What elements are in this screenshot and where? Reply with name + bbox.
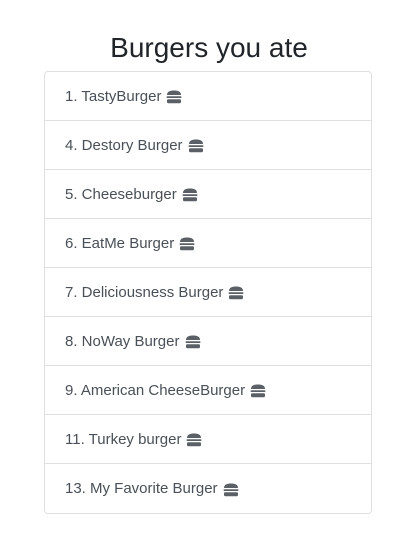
list-item[interactable]: 7. Deliciousness Burger [45,268,371,317]
list-item[interactable]: 1. TastyBurger [45,72,371,121]
burger-list: 1. TastyBurger 4. Destory Burger 5. Chee… [44,71,372,514]
hamburger-icon [250,384,266,398]
list-item[interactable]: 4. Destory Burger [45,121,371,170]
hamburger-icon [182,188,198,202]
burger-name: 7. Deliciousness Burger [65,283,224,301]
burger-name: 9. American CheeseBurger [65,381,246,399]
list-item[interactable]: 13. My Favorite Burger [45,464,371,513]
hamburger-icon [223,483,239,497]
list-item[interactable]: 8. NoWay Burger [45,317,371,366]
burger-name: 8. NoWay Burger [65,332,180,350]
page-title: Burgers you ate [110,32,308,63]
list-item[interactable]: 6. EatMe Burger [45,219,371,268]
hamburger-icon [166,90,182,104]
list-item[interactable]: 5. Cheeseburger [45,170,371,219]
burger-name: 1. TastyBurger [65,87,162,105]
burger-name: 13. My Favorite Burger [65,480,218,497]
burger-name: 11. Turkey burger [65,430,182,448]
hamburger-icon [188,139,204,153]
hamburger-icon [185,335,201,349]
list-item[interactable]: 9. American CheeseBurger [45,366,371,415]
burger-name: 4. Destory Burger [65,136,183,154]
hamburger-icon [186,433,202,447]
hamburger-icon [179,237,195,251]
burger-name: 6. EatMe Burger [65,234,175,252]
hamburger-icon [228,286,244,300]
list-item[interactable]: 11. Turkey burger [45,415,371,464]
burger-name: 5. Cheeseburger [65,185,177,203]
